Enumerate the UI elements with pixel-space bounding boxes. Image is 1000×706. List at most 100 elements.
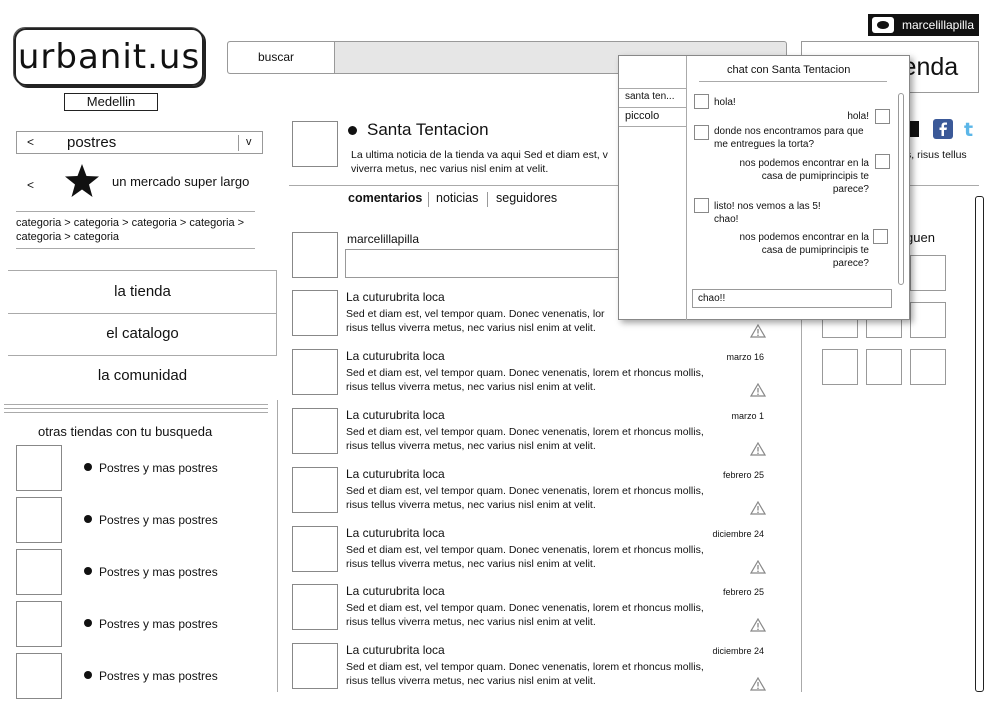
follower-thumbnail[interactable] [910,302,946,338]
comment-avatar [292,643,338,689]
facebook-icon[interactable] [933,119,953,139]
category-select[interactable]: < postres v [16,131,263,154]
comment-text: risus tellus viverra metus, nec varius n… [346,381,596,393]
divider [16,211,255,212]
follower-thumbnail[interactable] [910,255,946,291]
comment-author[interactable]: La cuturubrita loca [346,408,445,422]
comment-text: Sed et diam est, vel tempor quam. Donec … [346,602,704,614]
message-avatar [873,229,888,244]
otras-tiendas-title: otras tiendas con tu busqueda [38,424,213,439]
comment-item[interactable]: La cuturubrita loca marzo 16 Sed et diam e… [292,349,768,401]
comment-text: Sed et diam est, vel tempor quam. Donec … [346,544,704,556]
comment-avatar [292,526,338,572]
comment-date: marzo 1 [731,411,764,421]
comment-input[interactable] [345,249,625,278]
divider [4,412,268,413]
comment-text: Sed et diam est, vel tempor quam. Donec … [346,426,704,438]
divider [16,248,255,249]
logo[interactable]: urbanit.us [14,28,204,86]
category-value: postres [67,134,117,151]
divider [4,404,268,405]
comment-item[interactable]: La cuturubrita loca febrero 25 Sed et diam… [292,467,768,519]
comment-author[interactable]: La cuturubrita loca [346,643,445,657]
contact-santa-tentacion[interactable]: santa ten... [625,91,674,102]
user-name: marcelillapilla [902,18,975,32]
comment-text: Sed et diam est, vel tempor quam. Donec … [346,367,704,379]
follower-thumbnail[interactable] [866,349,902,385]
user-chat-chip[interactable]: marcelillapilla [868,14,979,36]
tienda-thumbnail [16,445,62,491]
tab-seguidores[interactable]: seguidores [496,191,557,205]
tab-separator [487,192,488,207]
store-name[interactable]: Santa Tentacion [367,120,489,140]
report-icon[interactable] [750,560,766,574]
comment-author[interactable]: La cuturubrita loca [346,349,445,363]
comment-avatar [292,467,338,513]
report-icon[interactable] [750,442,766,456]
comment-author[interactable]: La cuturubrita loca [346,290,445,304]
tienda-item[interactable]: Postres y mas postres [16,497,256,543]
store-avatar [292,121,338,167]
report-icon[interactable] [750,618,766,632]
twitter-icon[interactable]: t [961,119,981,139]
follower-thumbnail[interactable] [910,349,946,385]
nav-la-comunidad[interactable]: la comunidad [8,355,277,397]
comment-author[interactable]: La cuturubrita loca [346,467,445,481]
tienda-item[interactable]: Postres y mas postres [16,601,256,647]
category-prev[interactable]: < [27,132,34,153]
message-avatar [875,154,890,169]
divider [619,126,686,127]
star-icon [65,164,99,197]
report-icon[interactable] [750,383,766,397]
message-left: hola! [714,97,736,108]
social-block-icon[interactable] [910,121,919,137]
comment-author[interactable]: La cuturubrita loca [346,526,445,540]
svg-text:t: t [964,119,973,139]
featured-label[interactable]: un mercado super largo [112,174,249,189]
chevron-down-icon[interactable]: v [246,132,252,153]
divider [277,400,278,692]
comment-item[interactable]: La cuturubrita loca marzo 1 Sed et diam es… [292,408,768,460]
comment-author[interactable]: La cuturubrita loca [346,584,445,598]
breadcrumb[interactable]: categoria > categoria > categoria > cate… [16,216,256,244]
message-avatar [694,94,709,109]
tienda-item[interactable]: Postres y mas postres [16,653,256,699]
chat-input[interactable]: chao!! [692,289,892,308]
comment-item[interactable]: La cuturubrita loca diciembre 24 Sed et di… [292,643,768,695]
divider [619,88,686,89]
tienda-item[interactable]: Postres y mas postres [16,549,256,595]
tienda-name: Postres y mas postres [84,617,218,631]
city-badge[interactable]: Medellin [64,93,158,111]
comment-text: risus tellus viverra metus, nec varius n… [346,322,596,334]
nav-la-tienda[interactable]: la tienda [8,271,277,313]
comment-item[interactable]: La cuturubrita loca febrero 25 Sed et diam… [292,584,768,636]
chat-icon [872,17,894,33]
search-button[interactable]: buscar [228,42,335,73]
tienda-thumbnail [16,653,62,699]
chat-popup[interactable]: santa ten... piccolo chat con Santa Tent… [618,55,910,320]
tienda-name: Postres y mas postres [84,513,218,527]
report-icon[interactable] [750,501,766,515]
message-avatar [875,109,890,124]
tienda-item[interactable]: Postres y mas postres [16,445,256,491]
store-bullet [348,126,357,135]
page-scrollbar[interactable] [975,196,984,692]
divider [686,56,687,320]
tienda-name: Postres y mas postres [84,565,218,579]
message-right: hola! [847,111,869,122]
contact-piccolo[interactable]: piccolo [625,110,659,122]
featured-prev[interactable]: < [27,178,34,192]
follower-thumbnail[interactable] [822,349,858,385]
tienda-name: Postres y mas postres [84,461,218,475]
nav-el-catalogo[interactable]: el catalogo [8,313,277,355]
message-right: nos podemos encontrar en la casa de pumi… [739,232,869,269]
report-icon[interactable] [750,324,766,338]
tienda-thumbnail [16,497,62,543]
chat-scrollbar[interactable] [898,93,904,285]
report-icon[interactable] [750,677,766,691]
tab-noticias[interactable]: noticias [436,191,478,205]
comment-item[interactable]: La cuturubrita loca diciembre 24 Sed et di… [292,526,768,578]
store-news: La ultima noticia de la tienda va aqui S… [351,149,608,161]
tab-comentarios[interactable]: comentarios [348,191,422,205]
comment-date: febrero 25 [722,587,764,597]
